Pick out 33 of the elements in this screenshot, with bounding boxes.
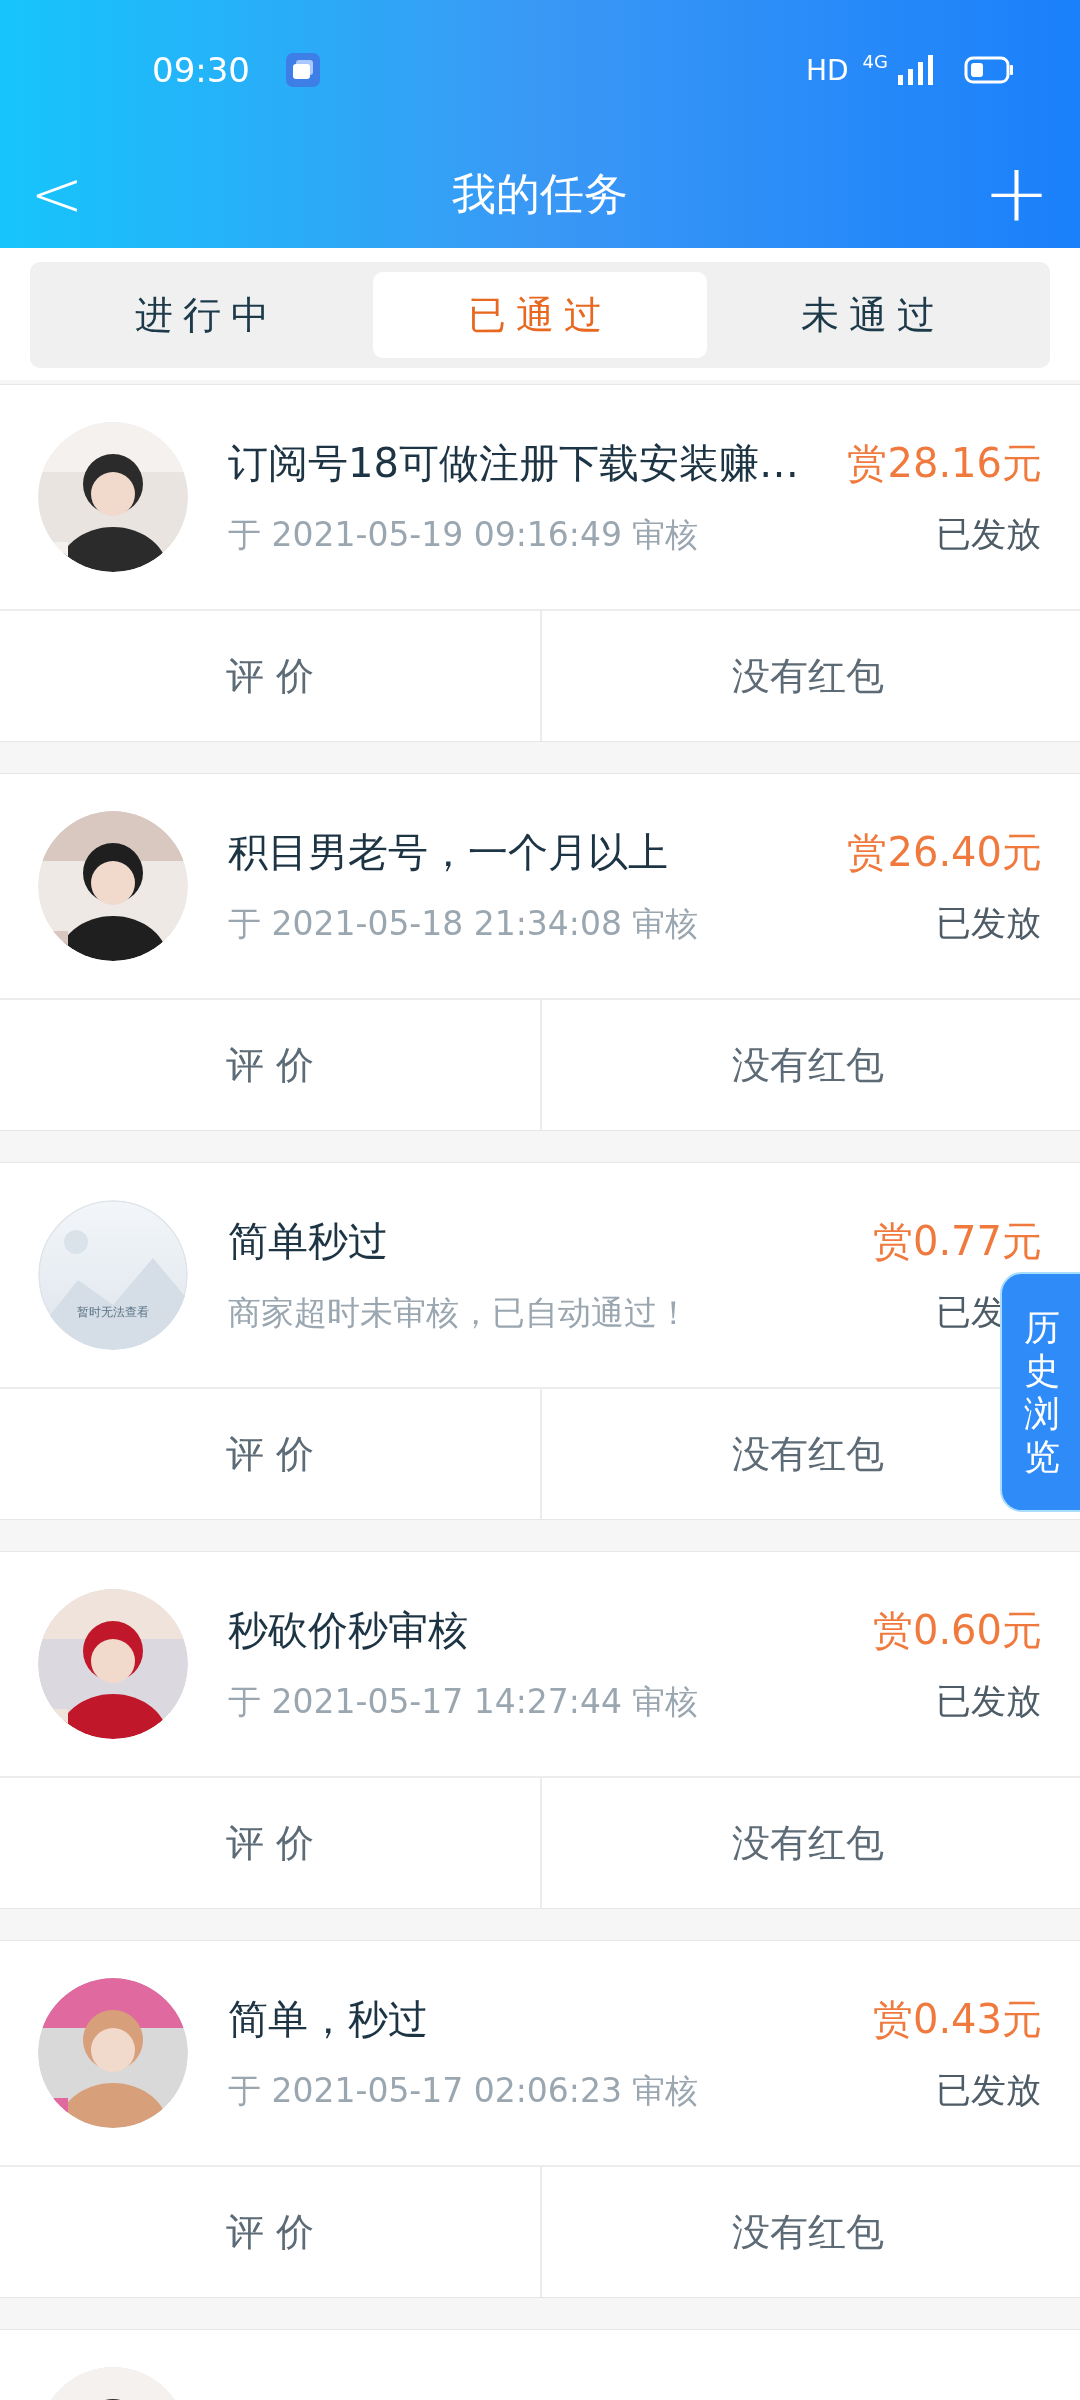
reward-amount: 赏0.77元: [872, 1217, 1042, 1266]
history-button[interactable]: 历史浏览: [1000, 1272, 1080, 1512]
review-time: 于 2021-05-18 21:34:08 审核: [228, 903, 699, 945]
task-title: 简单秒过: [228, 1217, 388, 1266]
placeholder-text: 暂时无法查看: [76, 1304, 150, 1321]
app-notification-icon: [286, 53, 320, 87]
task-title: 订阅号18可做注册下载安装赚…: [228, 439, 799, 488]
signal-icon: [896, 55, 936, 85]
task-title: 简单，秒过: [228, 1995, 428, 2044]
review-time: 于 2021-05-17 02:06:23 审核: [228, 2070, 699, 2112]
reward-amount: 赏0.60元: [872, 1606, 1042, 1655]
reward-amount: 赏26.40元: [847, 828, 1042, 877]
task-title: 积目男老号，一个月以上: [228, 828, 668, 877]
hd-indicator: HD: [805, 53, 849, 87]
task-title: 秒砍价秒审核: [228, 1606, 468, 1655]
tab[interactable]: 进行中: [40, 272, 374, 358]
image-placeholder-icon: [38, 1200, 188, 1350]
add-button[interactable]: +: [970, 154, 1050, 234]
reward-amount: 赏28.16元: [847, 439, 1042, 488]
network-type: 4G: [862, 50, 888, 72]
payout-status: 已发放: [936, 513, 1042, 556]
payout-status: 已发放: [936, 902, 1042, 945]
tab[interactable]: 已通过: [373, 272, 707, 358]
review-time: 于 2021-05-19 09:16:49 审核: [228, 514, 699, 556]
reward-amount: 赏0.43元: [872, 1995, 1042, 2044]
payout-status: 已发放: [936, 1680, 1042, 1723]
page-title: 我的任务: [451, 166, 629, 221]
payout-status: 已发放: [936, 2069, 1042, 2112]
review-time: 于 2021-05-17 14:27:44 审核: [228, 1681, 699, 1723]
tab[interactable]: 未通过: [706, 272, 1040, 358]
review-time: 商家超时未审核，已自动通过！: [228, 1292, 690, 1334]
battery-icon: [964, 56, 1014, 84]
status-time: 09:30: [152, 50, 250, 90]
